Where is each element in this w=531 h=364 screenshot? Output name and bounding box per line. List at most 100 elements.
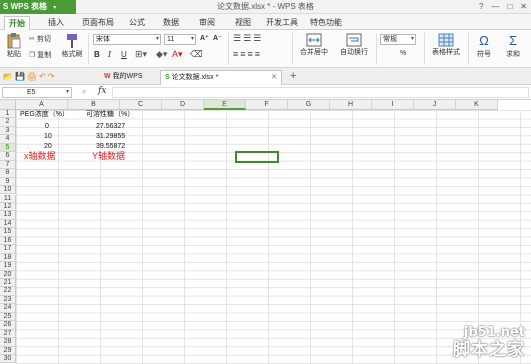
tab-special[interactable]: 特色功能 <box>308 16 344 30</box>
maximize-button[interactable]: □ <box>507 0 512 14</box>
row-header-28[interactable]: 28 <box>0 338 16 347</box>
row-header-30[interactable]: 30 <box>0 355 16 364</box>
row-header-17[interactable]: 17 <box>0 245 16 254</box>
sum-button[interactable]: Σ 求和 <box>500 33 526 59</box>
row-header-26[interactable]: 26 <box>0 321 16 330</box>
cell-A4[interactable]: 20 <box>44 143 52 151</box>
column-header-e[interactable]: E <box>204 100 246 110</box>
column-header-i[interactable]: I <box>372 100 414 110</box>
tab-formulas[interactable]: 公式 <box>126 16 148 30</box>
row-header-5[interactable]: 5 <box>0 143 16 153</box>
function-icon[interactable]: fx <box>98 86 106 96</box>
row-header-8[interactable]: 8 <box>0 169 16 178</box>
spreadsheet-grid[interactable]: ABCDEFGHIJK 1 2 3 4 5 6 7 8 9 10 11 12 13 14 15 16 17 18 1… <box>0 100 531 364</box>
tab-document[interactable]: S 论文数据.xlsx * ✕ <box>160 70 282 85</box>
row-header-18[interactable]: 18 <box>0 253 16 263</box>
row-header-25[interactable]: 25 <box>0 312 16 322</box>
row-header-10[interactable]: 10 <box>0 186 16 195</box>
borders-icon[interactable]: ⊞▾ <box>135 49 147 60</box>
row-header-27[interactable]: 27 <box>0 329 16 339</box>
row-header-9[interactable]: 9 <box>0 177 16 187</box>
row-header-29[interactable]: 29 <box>0 346 16 356</box>
zoom-icon[interactable]: ⌕ <box>82 87 86 97</box>
select-all-corner[interactable] <box>0 100 16 110</box>
row-header-1[interactable]: 1 <box>0 110 16 119</box>
row-header-24[interactable]: 24 <box>0 304 16 313</box>
column-header-g[interactable]: G <box>288 100 330 110</box>
cell-B1[interactable]: 可溶性糖（%） <box>86 111 134 119</box>
cell-A3[interactable]: 10 <box>44 133 52 141</box>
cell-B3[interactable]: 31.29855 <box>96 133 125 141</box>
row-header-6[interactable]: 6 <box>0 152 16 161</box>
row-header-2[interactable]: 2 <box>0 118 16 127</box>
font-size-select[interactable]: 11 ▾ <box>164 34 196 45</box>
tab-developer[interactable]: 开发工具 <box>264 16 300 30</box>
tab-review[interactable]: 审阅 <box>196 16 218 30</box>
column-header-c[interactable]: C <box>120 100 162 110</box>
row-header-4[interactable]: 4 <box>0 135 16 144</box>
merge-center-button[interactable]: 合并居中 <box>296 33 332 57</box>
column-header-k[interactable]: K <box>456 100 498 110</box>
underline-button[interactable]: U <box>121 50 127 59</box>
tab-data[interactable]: 数据 <box>160 16 182 30</box>
row-header-16[interactable]: 16 <box>0 236 16 246</box>
align-left-icons[interactable]: ≡≡≡≡ <box>233 49 262 59</box>
table-style-button[interactable]: 表格样式 <box>428 33 464 57</box>
column-header-j[interactable]: J <box>414 100 456 110</box>
row-header-11[interactable]: 11 <box>0 194 16 203</box>
align-top-icons[interactable]: ☰☰☰ <box>233 33 263 44</box>
column-header-b[interactable]: B <box>68 100 120 110</box>
column-header-a[interactable]: A <box>16 100 68 110</box>
paste-button[interactable]: 粘贴 <box>3 33 25 59</box>
font-shrink-button[interactable]: A⁻ <box>213 34 222 42</box>
cell-fill-icon[interactable]: ◆▾ <box>156 49 167 60</box>
row-header-3[interactable]: 3 <box>0 126 16 136</box>
row-header-20[interactable]: 20 <box>0 270 16 279</box>
close-button[interactable]: ✕ <box>520 0 527 14</box>
row-header-19[interactable]: 19 <box>0 262 16 271</box>
row-header-12[interactable]: 12 <box>0 202 16 212</box>
font-name-select[interactable]: 宋体 ▾ <box>93 34 161 45</box>
number-format-select[interactable]: 常规 ▾ <box>380 34 416 45</box>
tab-view[interactable]: 视图 <box>232 16 254 30</box>
font-color-icon[interactable]: A▾ <box>172 49 183 60</box>
formula-input[interactable] <box>112 87 529 98</box>
tab-insert[interactable]: 插入 <box>44 16 68 30</box>
row-header-14[interactable]: 14 <box>0 219 16 229</box>
cell-A2[interactable]: 0 <box>45 123 49 131</box>
cell-A1[interactable]: PEG浓度（%） <box>20 111 69 119</box>
format-painter-button[interactable]: 格式刷 <box>60 33 84 59</box>
cell-area[interactable] <box>16 110 531 364</box>
quick-access-icons[interactable]: 📂💾🖨↶↷ <box>3 72 56 81</box>
copy-button[interactable]: ❐ 复制 <box>29 50 51 60</box>
tab-home[interactable]: 开始 <box>4 16 30 30</box>
row-header-7[interactable]: 7 <box>0 160 16 170</box>
italic-button[interactable]: I <box>108 50 111 59</box>
cell-A5[interactable]: x轴数据 <box>24 152 56 161</box>
tab-page-layout[interactable]: 页面布局 <box>80 16 116 30</box>
name-box[interactable]: E5 <box>2 87 72 98</box>
column-header-f[interactable]: F <box>246 100 288 110</box>
chevron-down-icon[interactable]: ▾ <box>66 88 69 95</box>
cell-B4[interactable]: 39.55872 <box>96 143 125 151</box>
minimize-button[interactable]: — <box>491 0 499 14</box>
symbol-button[interactable]: Ω 符号 <box>472 33 496 59</box>
cut-button[interactable]: ✂ 剪切 <box>29 34 51 44</box>
percent-button[interactable]: % <box>400 50 406 57</box>
row-header-22[interactable]: 22 <box>0 287 16 296</box>
new-tab-button[interactable]: + <box>290 70 296 82</box>
clear-format-icon[interactable]: ⌫ <box>190 49 203 60</box>
row-header-15[interactable]: 15 <box>0 228 16 237</box>
cell-B2[interactable]: 27.56327 <box>96 123 125 131</box>
tab-my-wps[interactable]: W 我的WPS <box>100 70 156 85</box>
column-header-h[interactable]: H <box>330 100 372 110</box>
row-header-23[interactable]: 23 <box>0 295 16 305</box>
active-cell-selection[interactable] <box>235 151 279 163</box>
help-button[interactable]: ? <box>479 0 483 14</box>
font-grow-button[interactable]: A⁺ <box>200 34 209 42</box>
column-header-d[interactable]: D <box>162 100 204 110</box>
wrap-text-button[interactable]: 自动换行 <box>336 33 372 57</box>
row-header-13[interactable]: 13 <box>0 211 16 220</box>
row-header-21[interactable]: 21 <box>0 279 16 288</box>
bold-button[interactable]: B <box>94 50 100 59</box>
